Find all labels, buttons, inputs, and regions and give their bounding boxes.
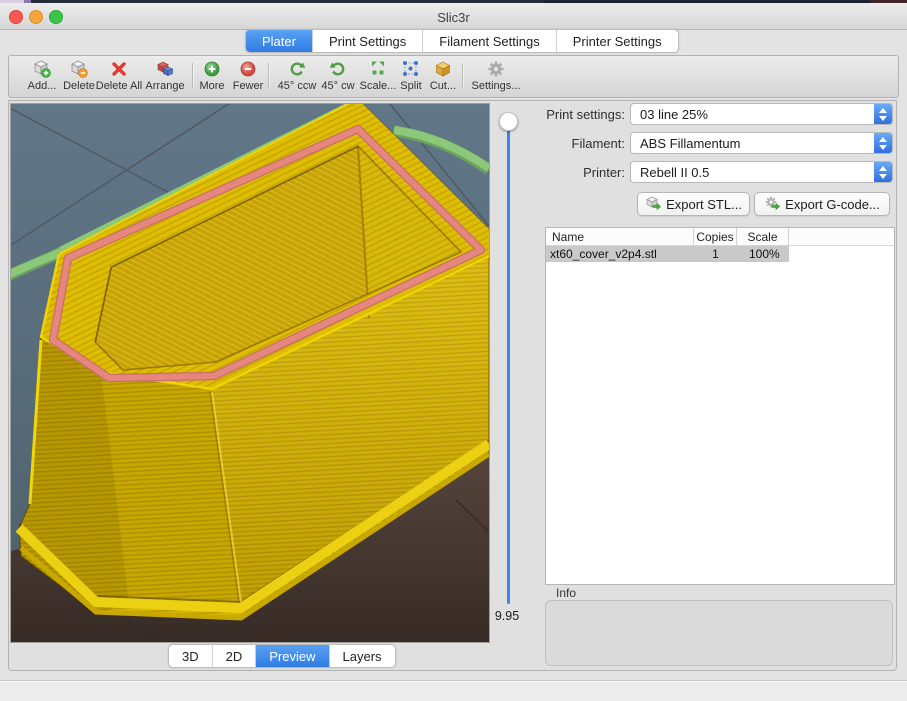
toolbar-label: Arrange [145, 80, 184, 92]
column-header-copies[interactable]: Copies [694, 228, 737, 245]
box-export-icon [645, 195, 661, 214]
rotate-cw-icon [328, 59, 348, 79]
rotate-ccw-icon [287, 59, 307, 79]
table-row-selected[interactable]: xt60_cover_v2p4.stl 1 100% [546, 246, 789, 262]
tab-print-settings[interactable]: Print Settings [313, 30, 423, 52]
red-x-icon [110, 59, 128, 79]
print-settings-select[interactable]: 03 line 25% [630, 103, 893, 125]
toolbar-separator [462, 63, 463, 89]
object-name-cell: xt60_cover_v2p4.stl [546, 246, 694, 262]
popup-stepper-icon [874, 162, 892, 182]
objects-table[interactable]: Name Copies Scale xt60_cover_v2p4.stl 1 … [545, 227, 895, 585]
export-gcode-button[interactable]: Export G-code... [754, 192, 890, 216]
cubes-icon [155, 59, 175, 79]
view-tab-preview[interactable]: Preview [256, 645, 329, 667]
filament-value: ABS Fillamentum [640, 136, 740, 151]
table-header-row: Name Copies Scale [546, 228, 894, 246]
slic3r-window: Slic3r Plater Print Settings Filament Se… [0, 0, 907, 701]
info-group-title: Info [556, 586, 576, 600]
view-mode-tab-bar: 3D 2D Preview Layers [168, 644, 396, 668]
main-tab-bar: Plater Print Settings Filament Settings … [245, 29, 679, 53]
cut-box-icon [433, 59, 453, 79]
object-copies-cell: 1 [694, 246, 737, 262]
print-preview-render [11, 104, 489, 642]
layer-slider-track[interactable] [507, 122, 510, 604]
gear-icon [486, 59, 506, 79]
filament-select[interactable]: ABS Fillamentum [630, 132, 893, 154]
tab-plater[interactable]: Plater [246, 30, 313, 52]
view-tab-2d[interactable]: 2D [213, 645, 257, 667]
export-stl-label: Export STL... [666, 197, 742, 212]
column-header-scale[interactable]: Scale [737, 228, 789, 245]
status-bar [0, 681, 907, 701]
window-title: Slic3r [0, 10, 907, 25]
toolbar: Add... Delete Delete All Arrange More [8, 55, 899, 98]
toolbar-label: Fewer [233, 80, 264, 92]
print-settings-value: 03 line 25% [640, 107, 708, 122]
toolbar-label: Cut... [430, 80, 456, 92]
printer-select[interactable]: Rebell II 0.5 [630, 161, 893, 183]
printer-label: Printer: [515, 165, 625, 180]
popup-stepper-icon [874, 133, 892, 153]
layer-slider-value: 9.95 [483, 609, 531, 623]
info-group-box: Size: 19.20 x 12.00 x 10.00 Volume: 818.… [545, 600, 893, 666]
export-gcode-label: Export G-code... [785, 197, 880, 212]
column-header-name[interactable]: Name [546, 228, 694, 245]
title-bar[interactable]: Slic3r [0, 3, 907, 30]
view-tab-3d[interactable]: 3D [169, 645, 213, 667]
settings-button[interactable]: Settings... [464, 59, 528, 92]
filament-label: Filament: [515, 136, 625, 151]
gear-export-icon [764, 195, 780, 214]
printer-value: Rebell II 0.5 [640, 165, 709, 180]
print-settings-label: Print settings: [515, 107, 625, 122]
toolbar-label: Settings... [472, 80, 521, 92]
tab-filament-settings[interactable]: Filament Settings [423, 30, 556, 52]
tab-printer-settings[interactable]: Printer Settings [557, 30, 678, 52]
cube-minus-icon [69, 59, 89, 79]
red-minus-circle-icon [239, 59, 257, 79]
popup-stepper-icon [874, 104, 892, 124]
view-tab-layers[interactable]: Layers [330, 645, 395, 667]
object-scale-cell: 100% [737, 246, 789, 262]
export-stl-button[interactable]: Export STL... [637, 192, 750, 216]
column-header-filler [789, 228, 894, 245]
preview-3d-canvas[interactable] [10, 103, 490, 643]
